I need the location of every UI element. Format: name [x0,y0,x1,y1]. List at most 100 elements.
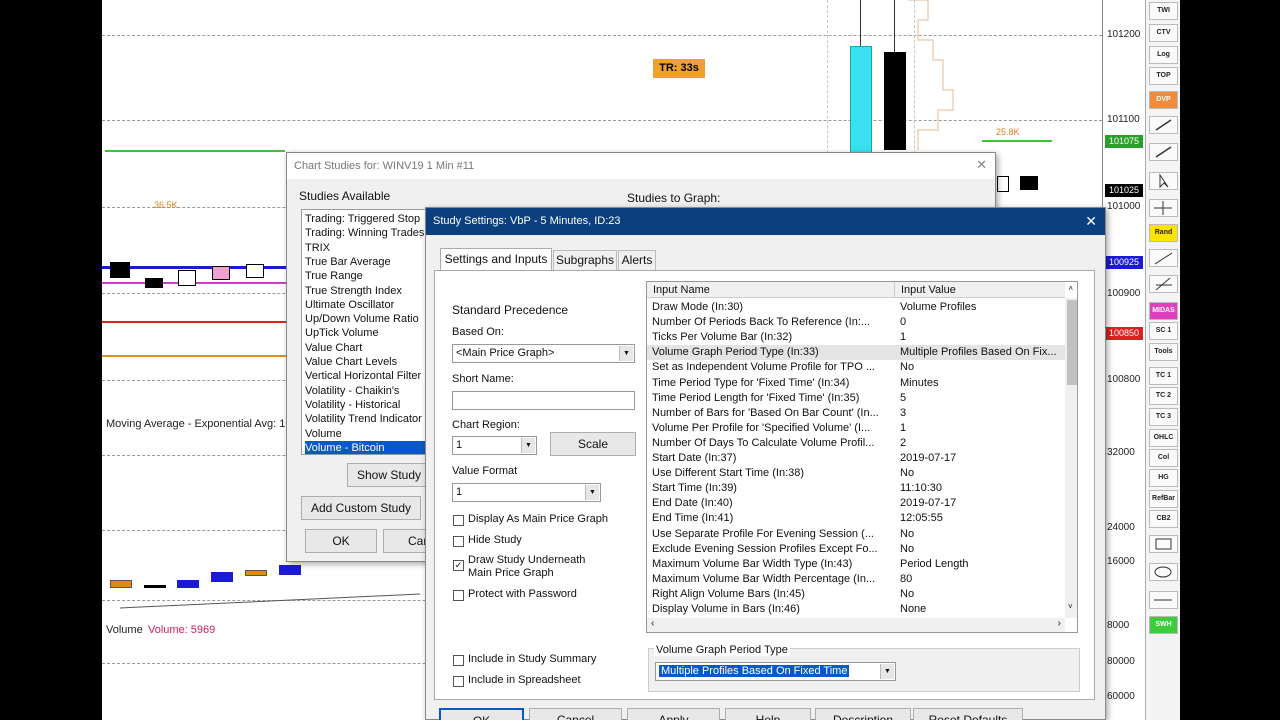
toolbar-button-midas[interactable]: MIDAS [1149,302,1178,320]
input-row[interactable]: Set as Independent Volume Profile for TP… [647,360,1065,375]
hide-study-checkbox[interactable] [453,536,464,547]
include-summary-checkbox[interactable] [453,655,464,666]
input-row[interactable]: Maximum Volume Bar Width Percentage (In.… [647,572,1065,587]
study-list-item[interactable]: Value Chart [305,341,427,355]
input-row[interactable]: Use Separate Profile For Evening Session… [647,527,1065,542]
toolbar-button-twi[interactable]: TWI [1149,2,1178,20]
study-list-item[interactable]: True Strength Index [305,284,427,298]
input-value-cell[interactable]: 2019-07-17 [900,496,1065,511]
input-row[interactable]: Time Period Length for 'Fixed Time' (In:… [647,391,1065,406]
toolbar-button-refbar[interactable]: RefBar [1149,490,1178,508]
input-row[interactable]: Maximum Volume Bar Width Type (In:43) Per… [647,557,1065,572]
display-as-main-checkbox[interactable] [453,515,464,526]
value-format-select[interactable]: 1 ▼ [452,483,601,502]
input-value-cell[interactable]: Multiple Profiles Based On Fix... [900,345,1065,360]
hline-tool-icon[interactable] [1149,591,1178,609]
fibonacci-tool-icon[interactable] [1149,275,1178,293]
based-on-select[interactable]: <Main Price Graph> ▼ [452,344,635,363]
input-value-cell[interactable]: 12:05:55 [900,511,1065,526]
description-button[interactable]: Description [815,708,911,720]
input-value-cell[interactable]: 0 [900,315,1065,330]
editor-select[interactable]: Multiple Profiles Based On Fixed Time ▼ [655,662,896,681]
toolbar-button-top[interactable]: TOP [1149,67,1178,85]
input-row[interactable]: Ticks Per Volume Bar (In:32) 1 [647,330,1065,345]
toolbar-button-dvp[interactable]: DVP [1149,91,1178,109]
scrollbar-thumb[interactable] [1067,300,1077,385]
toolbar-button-tc3[interactable]: TC 3 [1149,408,1178,426]
input-row[interactable]: Number Of Days To Calculate Volume Profi… [647,436,1065,451]
studies-available-list[interactable]: Trading: Triggered Stop Trading: Winning … [301,209,431,455]
chart-region-select[interactable]: 1 ▼ [452,436,537,455]
scale-button[interactable]: Scale [550,432,636,456]
chevron-left-icon[interactable]: ‹ [651,618,654,629]
toolbar-button-ctv[interactable]: CTV [1149,24,1178,42]
toolbar-button-log[interactable]: Log [1149,46,1178,64]
study-list-item[interactable]: UpTick Volume [305,326,427,340]
reset-defaults-button[interactable]: Reset Defaults [913,708,1023,720]
horizontal-scrollbar[interactable]: ‹ › [647,618,1065,632]
cancel-button[interactable]: Cancel [529,708,622,720]
input-value-cell[interactable]: 2019-07-17 [900,451,1065,466]
input-value-cell[interactable]: 11:10:30 [900,481,1065,496]
line-tool-icon[interactable] [1149,116,1178,134]
close-icon[interactable]: ✕ [1085,208,1097,234]
protect-password-checkbox[interactable] [453,590,464,601]
study-list-item[interactable]: Volatility - Chaikin's [305,384,427,398]
input-value-cell[interactable]: Volume Profiles [900,300,1065,315]
pointer-tool-icon[interactable] [1149,172,1178,190]
study-list-item[interactable]: Trading: Triggered Stop [305,212,427,226]
ok-button[interactable]: OK [439,708,524,720]
tab-alerts[interactable]: Alerts [618,250,656,270]
study-list-item[interactable]: Value Chart Levels [305,355,427,369]
toolbar-button-sc1[interactable]: SC 1 [1149,322,1178,340]
study-list-item[interactable]: Volatility Trend Indicator [305,412,427,426]
toolbar-button-tools[interactable]: Tools [1149,343,1178,361]
input-row[interactable]: Start Date (In:37) 2019-07-17 [647,451,1065,466]
input-value-cell[interactable]: No [900,466,1065,481]
input-row[interactable]: Number Of Periods Back To Reference (In:… [647,315,1065,330]
vertical-scrollbar[interactable]: ˅ [1065,298,1077,618]
close-icon[interactable]: ✕ [976,157,987,173]
input-value-cell[interactable]: No [900,542,1065,557]
draw-underneath-checkbox[interactable]: ✓ [453,560,464,571]
toolbar-button-tc2[interactable]: TC 2 [1149,387,1178,405]
study-list-item[interactable]: TRIX [305,241,427,255]
study-list-item[interactable]: Volume [305,427,427,441]
inputs-grid[interactable]: Input Name Input Value ˄ Draw Mode (In:3… [646,281,1078,633]
study-list-item[interactable]: Ultimate Oscillator [305,298,427,312]
price-axis[interactable]: 101200 101100 101075 101025 101000 10092… [1102,0,1145,720]
input-value-cell[interactable]: No [900,527,1065,542]
show-study-button[interactable]: Show Study [347,463,431,487]
input-row[interactable]: Volume Graph Period Type (In:33) Multiple… [647,345,1065,361]
help-button[interactable]: Help [725,708,811,720]
input-value-cell[interactable]: No [900,360,1065,375]
chevron-down-icon[interactable]: ˅ [1068,602,1073,611]
chevron-up-icon[interactable]: ˄ [1068,284,1073,293]
input-value-cell[interactable]: Period Length [900,557,1065,572]
input-value-cell[interactable]: 1 [900,421,1065,436]
ellipse-tool-icon[interactable] [1149,563,1178,581]
apply-button[interactable]: Apply [627,708,720,720]
cancel-button[interactable]: Can [383,529,429,553]
toolbar-button-hg[interactable]: HG [1149,469,1178,487]
toolbar-button-cb2[interactable]: CB2 [1149,510,1178,528]
toolbar-button-col[interactable]: Col [1149,449,1178,467]
input-row[interactable]: End Time (In:41) 12:05:55 [647,511,1065,526]
study-list-item[interactable]: Volatility - Historical [305,398,427,412]
study-list-item[interactable]: Up/Down Volume Ratio [305,312,427,326]
input-value-cell[interactable]: No [900,587,1065,602]
input-row[interactable]: Display Volume in Bars (In:46) None [647,602,1065,617]
rectangle-tool-icon[interactable] [1149,535,1178,553]
study-list-item[interactable]: Volume - Bitcoin [305,440,427,454]
input-row[interactable]: Use Different Start Time (In:38) No [647,466,1065,481]
input-row[interactable]: Start Time (In:39) 11:10:30 [647,481,1065,496]
study-list-item[interactable]: True Range [305,269,427,283]
input-value-cell[interactable]: 3 [900,406,1065,421]
tab-subgraphs[interactable]: Subgraphs [553,250,617,270]
add-custom-study-button[interactable]: Add Custom Study [301,496,421,520]
toolbar-button-ohlc[interactable]: OHLC [1149,429,1178,447]
input-row[interactable]: Volume Per Profile for 'Specified Volume… [647,421,1065,436]
input-row[interactable]: Number of Bars for 'Based On Bar Count' … [647,406,1065,421]
input-row[interactable]: Draw Mode (In:30) Volume Profiles [647,300,1065,315]
crosshair-tool-icon[interactable] [1149,199,1178,217]
